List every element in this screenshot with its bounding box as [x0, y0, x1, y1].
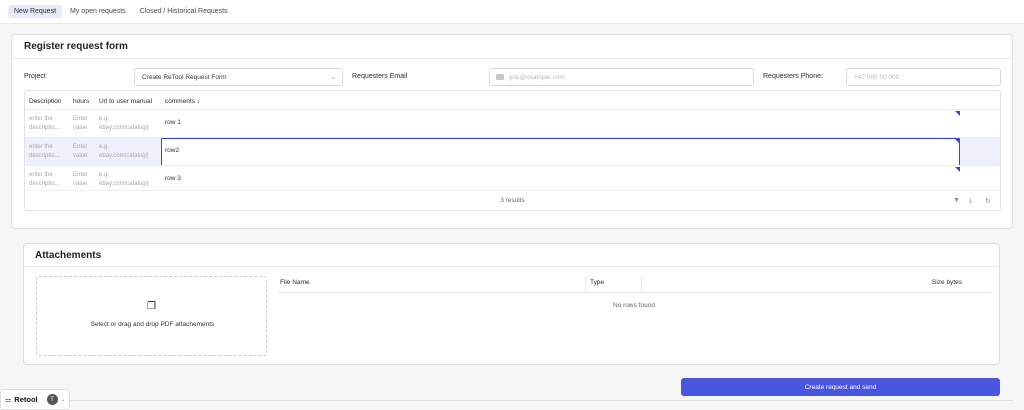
project-label: Project: [24, 73, 46, 80]
attachments-card: Attachements ❐ Select or drag and drop P…: [23, 243, 1000, 365]
file-upload-icon: ❐: [147, 301, 156, 312]
retool-name: Retool: [14, 395, 38, 404]
cell-hours[interactable]: Enter value: [73, 115, 95, 133]
column-divider: [585, 277, 586, 292]
cell-comments[interactable]: row 1: [165, 119, 181, 126]
edited-cell-marker: [955, 167, 960, 172]
phone-field[interactable]: +47 000 00 000: [846, 68, 1001, 86]
avatar[interactable]: T: [46, 394, 58, 405]
project-select[interactable]: Create ReTool Request Form ⌄: [134, 68, 343, 86]
cell-url[interactable]: e.g. ebay.com/catalog/j: [99, 115, 157, 133]
request-items-table: Description hours Url to user manual com…: [24, 90, 1001, 211]
cell-url[interactable]: e.g. ebay.com/catalog/j: [99, 143, 157, 161]
column-header-comments[interactable]: comments ↓: [165, 91, 200, 111]
attachments-header: Attachements: [24, 244, 999, 267]
filter-icon[interactable]: ▼: [953, 197, 960, 204]
header-divider: [278, 292, 990, 293]
cell-hours[interactable]: Enter value: [73, 143, 95, 161]
table-footer: 3 results ▼ ⤓ ↻: [25, 190, 1000, 210]
column-header-file-name[interactable]: File Name: [280, 279, 310, 286]
chevron-down-icon: ⌄: [330, 74, 336, 81]
column-header-type[interactable]: Type: [590, 279, 604, 286]
edited-cell-marker: [955, 139, 960, 144]
tab-bar: New Request My open requests Closed / Hi…: [0, 0, 1024, 24]
column-header-url[interactable]: Url to user manual: [99, 91, 152, 111]
form-title: Register request form: [24, 41, 128, 52]
download-icon[interactable]: ⤓: [969, 197, 972, 205]
cell-description[interactable]: enter the descriptio...: [29, 143, 69, 161]
form-header: Register request form: [12, 35, 1012, 59]
create-request-button[interactable]: Create request and send: [681, 378, 1000, 396]
email-field[interactable]: you@example.com: [489, 68, 754, 86]
project-value: Create ReTool Request Form: [142, 73, 227, 81]
phone-label: Requesters Phone:: [763, 73, 823, 80]
bottom-divider: [11, 400, 1013, 401]
table-row[interactable]: enter the descriptio... Enter value e.g.…: [25, 165, 1000, 193]
dropzone-text: Select or drag and drop PDF attachements: [90, 321, 215, 328]
phone-placeholder: +47 000 00 000: [854, 73, 900, 81]
table-row[interactable]: enter the descriptio... Enter value e.g.…: [25, 109, 1000, 137]
tab-my-open-requests[interactable]: My open requests: [64, 5, 132, 18]
email-label: Requesters Email: [352, 73, 408, 80]
cell-comments[interactable]: row 3: [165, 175, 181, 182]
edited-cell-marker: [955, 111, 960, 116]
cell-description[interactable]: enter the descriptio...: [29, 115, 69, 133]
refresh-icon[interactable]: ↻: [985, 197, 991, 205]
chevron-down-icon[interactable]: ⌄: [61, 396, 66, 403]
attachments-title: Attachements: [35, 249, 102, 261]
column-divider: [641, 277, 642, 292]
mail-icon: [496, 74, 504, 80]
file-dropzone[interactable]: ❐ Select or drag and drop PDF attachemen…: [36, 276, 267, 356]
cell-hours[interactable]: Enter value: [73, 171, 95, 189]
tab-new-request[interactable]: New Request: [8, 5, 63, 18]
retool-logo-icon: ⚏: [5, 396, 12, 404]
column-header-description[interactable]: Description: [29, 91, 62, 111]
empty-table-message: No rows found: [613, 302, 655, 309]
results-count: 3 results: [500, 197, 525, 204]
column-header-hours[interactable]: hours: [73, 91, 89, 111]
cell-description[interactable]: enter the descriptio...: [29, 171, 69, 189]
table-row-selected[interactable]: enter the descriptio... Enter value e.g.…: [25, 137, 1000, 166]
column-header-size[interactable]: Size bytes: [932, 279, 962, 286]
register-form-card: Register request form Project Create ReT…: [11, 34, 1013, 229]
cell-url[interactable]: e.g. ebay.com/catalog/j: [99, 171, 157, 189]
comments-cell-editor[interactable]: [161, 138, 960, 166]
email-placeholder: you@example.com: [509, 73, 565, 81]
retool-badge[interactable]: ⚏ Retool T ⌄: [0, 389, 70, 410]
cell-comments[interactable]: row2: [165, 147, 179, 154]
tab-closed-requests[interactable]: Closed / Historical Requests: [134, 5, 234, 18]
